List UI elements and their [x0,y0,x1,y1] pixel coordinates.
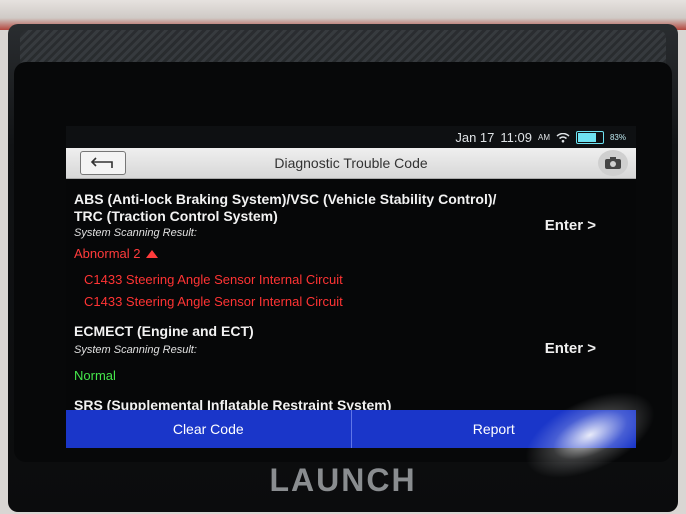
status-time: 11:09 [500,130,532,145]
system-name-line: ABS (Anti-lock Braking System)/VSC (Vehi… [74,191,497,207]
collapse-triangle-icon [146,249,159,258]
camera-icon [605,157,621,169]
enter-button-ecm[interactable]: Enter > [545,340,596,357]
page-title: Diagnostic Trouble Code [274,155,428,171]
battery-fill [577,133,596,142]
status-ampm: AM [537,133,550,142]
system-name-abs: ABS (Anti-lock Braking System)/VSC (Vehi… [74,191,496,225]
battery-icon [575,131,604,144]
dtc-item: C1433 Steering Angle Sensor Internal Cir… [84,272,343,287]
system-name-ecm: ECMECT (Engine and ECT) [74,323,254,339]
diagnostic-screen: Jan 17 11:09 AM 83% Diagnostic Trouble C… [66,126,636,456]
scan-result-normal: Normal [74,368,116,383]
brand-logo: LAUNCH [269,462,417,498]
scan-result-abnormal[interactable]: Abnormal 2 [74,246,159,261]
status-date: Jan 17 [455,130,495,145]
battery-percent: 83% [609,133,626,142]
system-list: ABS (Anti-lock Braking System)/VSC (Vehi… [66,179,636,419]
status-bar: Jan 17 11:09 AM 83% [66,126,636,148]
enter-button-abs[interactable]: Enter > [545,217,596,234]
screenshot-button[interactable] [598,150,628,176]
scan-result-label: System Scanning Result: [74,344,197,356]
title-bar: Diagnostic Trouble Code [66,148,636,179]
status-cluster: Jan 17 11:09 AM 83% [455,130,626,145]
scan-result-text: Abnormal 2 [74,246,141,261]
clear-code-button[interactable]: Clear Code [66,410,351,448]
system-name-line: TRC (Traction Control System) [74,208,278,224]
wifi-icon [556,132,570,142]
dtc-item: C1433 Steering Angle Sensor Internal Cir… [84,294,343,309]
scan-result-label: System Scanning Result: [74,227,197,239]
